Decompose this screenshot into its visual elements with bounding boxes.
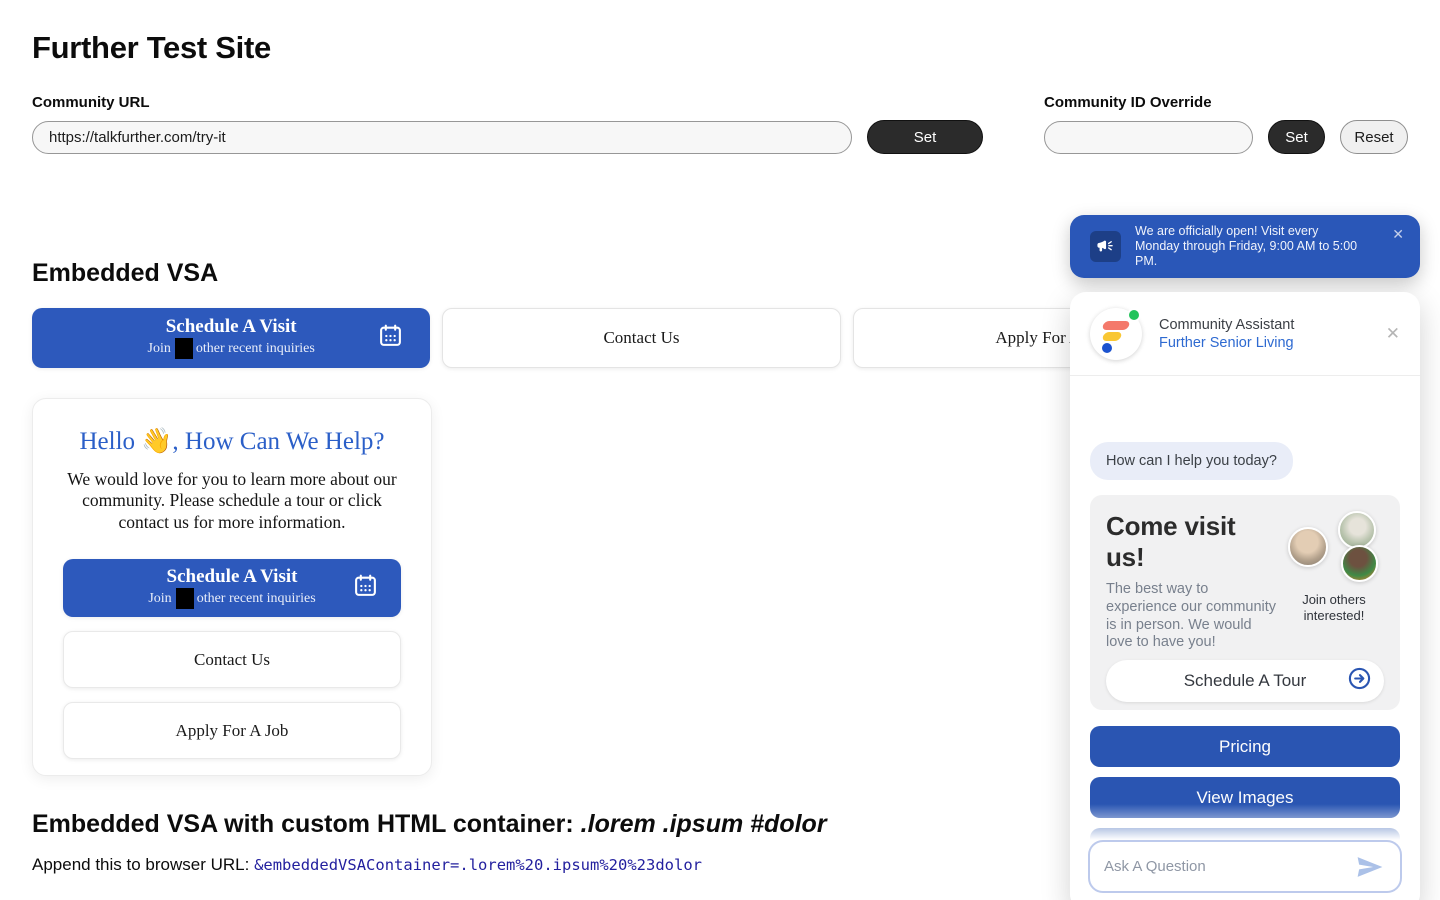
- pricing-button[interactable]: Pricing: [1090, 726, 1400, 767]
- append-url-code: &embeddedVSAContainer=.lorem%20.ipsum%20…: [254, 856, 702, 874]
- visit-card-body: The best way to experience our community…: [1106, 581, 1278, 652]
- schedule-visit-title: Schedule A Visit: [166, 317, 297, 338]
- assistant-label: Community Assistant: [1159, 317, 1294, 333]
- close-icon[interactable]: ✕: [1392, 226, 1404, 243]
- avatar-cluster: [1288, 511, 1380, 585]
- ask-question-box: [1088, 840, 1402, 893]
- avatar: [1288, 527, 1328, 567]
- community-id-reset-button[interactable]: Reset: [1340, 120, 1408, 154]
- chat-header: Community Assistant Further Senior Livin…: [1070, 292, 1420, 376]
- assistant-message-bubble: How can I help you today?: [1090, 442, 1293, 480]
- chat-widget-panel: Community Assistant Further Senior Livin…: [1070, 292, 1420, 900]
- avatar: [1338, 511, 1376, 549]
- megaphone-icon: [1090, 231, 1121, 262]
- community-url-input[interactable]: [32, 121, 852, 154]
- visit-card-title: Come visit us!: [1106, 511, 1278, 573]
- avatar: [1341, 545, 1378, 582]
- further-logo-avatar: [1090, 308, 1142, 360]
- schedule-visit-subtitle: Joinother recent inquiries: [148, 338, 315, 359]
- close-icon[interactable]: ✕: [1386, 324, 1400, 344]
- come-visit-card: Come visit us! The best way to experienc…: [1090, 495, 1400, 710]
- chat-body: How can I help you today? Come visit us!…: [1070, 376, 1420, 869]
- community-url-set-button[interactable]: Set: [867, 120, 983, 154]
- logo-bar-red: [1102, 321, 1131, 330]
- chat-footer: [1070, 804, 1420, 900]
- custom-container-selectors: .lorem .ipsum #dolor: [581, 810, 827, 838]
- logo-bar-yellow: [1102, 332, 1123, 341]
- community-name-link[interactable]: Further Senior Living: [1159, 335, 1294, 351]
- send-icon[interactable]: [1350, 847, 1390, 887]
- calendar-icon: [353, 573, 378, 603]
- card-apply-job-button[interactable]: Apply For A Job: [63, 702, 401, 759]
- community-url-label: Community URL: [32, 94, 983, 111]
- announcement-text: We are officially open! Visit every Mond…: [1135, 224, 1363, 269]
- calendar-icon: [378, 323, 403, 353]
- embedded-vsa-card: Hello 👋, How Can We Help? We would love …: [32, 398, 432, 776]
- card-contact-us-button[interactable]: Contact Us: [63, 631, 401, 688]
- redacted-count: [175, 338, 193, 359]
- ask-question-input[interactable]: [1104, 858, 1350, 875]
- online-status-dot: [1129, 310, 1139, 320]
- community-id-label: Community ID Override: [1044, 94, 1408, 111]
- hello-heading: Hello 👋, How Can We Help?: [63, 427, 401, 456]
- community-id-input[interactable]: [1044, 121, 1253, 154]
- contact-us-button[interactable]: Contact Us: [442, 308, 840, 368]
- announcement-banner: We are officially open! Visit every Mond…: [1070, 215, 1420, 278]
- controls-row: Community URL Set Community ID Override …: [32, 94, 1408, 154]
- redacted-count: [176, 588, 194, 609]
- community-url-group: Community URL Set: [32, 94, 983, 154]
- logo-dot-blue: [1102, 343, 1112, 353]
- card-schedule-visit-button[interactable]: Schedule A Visit Joinother recent inquir…: [63, 559, 401, 617]
- vsa-button-row: Schedule A Visit Joinother recent inquir…: [32, 308, 1251, 368]
- hello-body: We would love for you to learn more abou…: [67, 469, 397, 533]
- schedule-tour-button[interactable]: Schedule A Tour: [1106, 660, 1384, 702]
- schedule-visit-button[interactable]: Schedule A Visit Joinother recent inquir…: [32, 308, 430, 368]
- page-title: Further Test Site: [32, 30, 1408, 66]
- community-id-group: Community ID Override Set Reset: [1044, 94, 1408, 154]
- avatars-caption: Join others interested!: [1284, 592, 1384, 625]
- community-id-set-button[interactable]: Set: [1268, 120, 1325, 154]
- arrow-circle-icon: [1348, 667, 1371, 695]
